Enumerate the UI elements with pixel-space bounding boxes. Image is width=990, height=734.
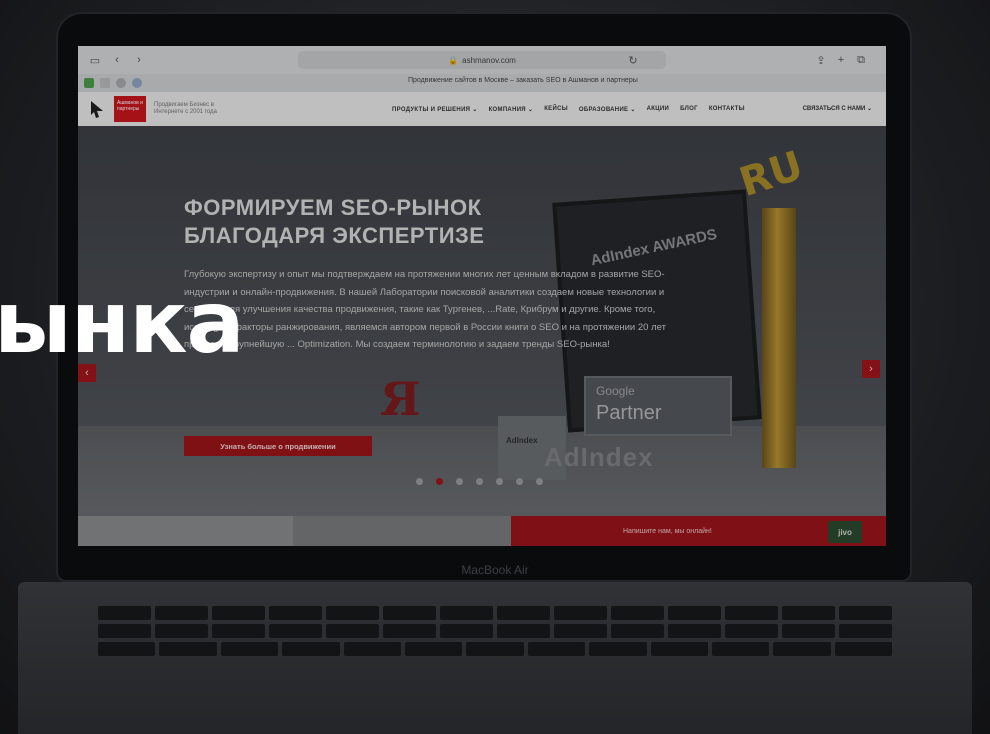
photo-scene: ▭ ‹ › ◐ 🔒 ashmanov.com ↻ ⇪ + ⧉ Продвижен… [0, 0, 990, 734]
overlay-caption: ынка [0, 273, 245, 373]
